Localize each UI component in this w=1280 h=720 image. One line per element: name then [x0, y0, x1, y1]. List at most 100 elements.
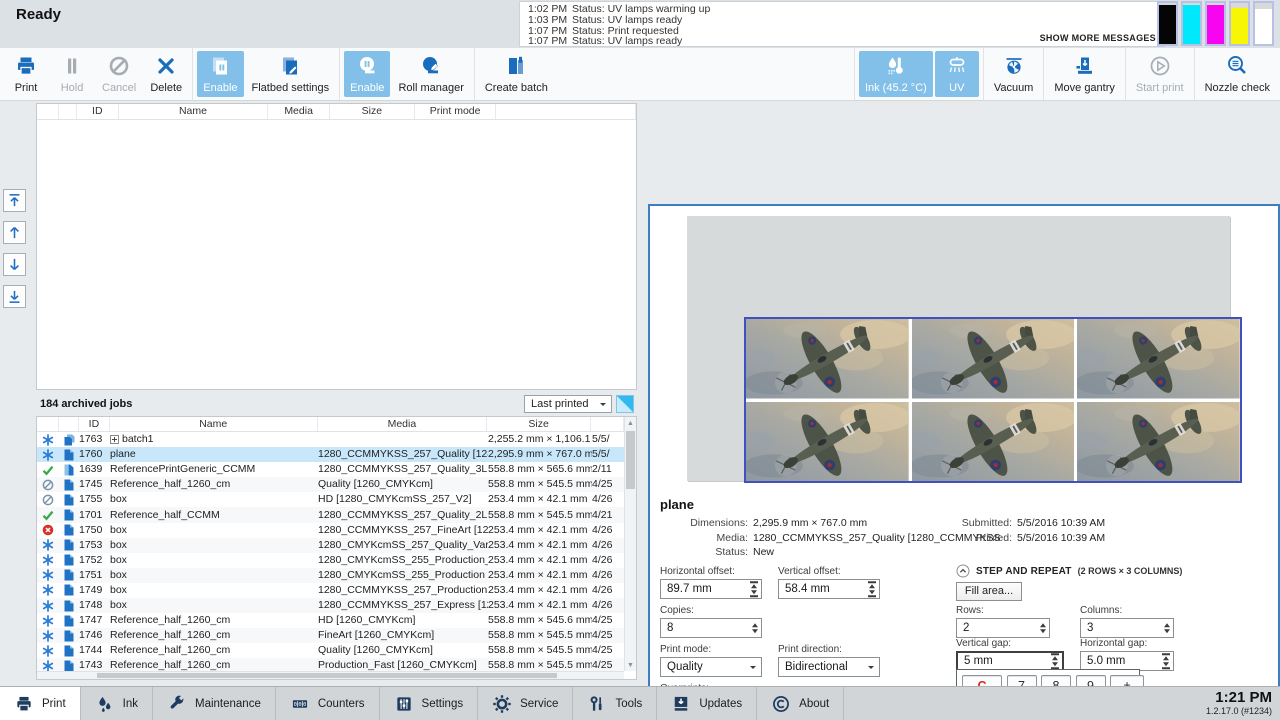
archive-row[interactable]: 1755boxHD [1280_CMYKcmSS_257_V2]253.4 mm…	[37, 492, 624, 507]
preview-copy-4[interactable]	[746, 402, 909, 482]
horizontal-offset-input[interactable]: 89.7 mm	[660, 579, 762, 599]
stepper-limit-icon[interactable]	[1051, 653, 1059, 669]
job-size: 558.8 mm × 545.5 mm	[488, 628, 592, 643]
uv-button[interactable]: UV	[935, 51, 979, 97]
vertical-gap-input[interactable]: 5 mm	[956, 651, 1064, 671]
archive-column-id[interactable]: ID	[79, 417, 110, 431]
queue-column-media[interactable]: Media	[268, 104, 330, 119]
archive-column-icon[interactable]	[37, 417, 59, 431]
delete-button[interactable]: Delete	[144, 51, 188, 97]
step-repeat-header[interactable]: STEP AND REPEAT (2 ROWS × 3 COLUMNS)	[956, 564, 1182, 578]
cancel-button[interactable]: Cancel	[96, 51, 142, 97]
archive-row[interactable]: 1639ReferencePrintGeneric_CCMM1280_CCMMY…	[37, 462, 624, 477]
archive-column-icon[interactable]	[591, 417, 624, 431]
move-to-top-button[interactable]	[3, 189, 26, 212]
queue-column-name[interactable]: Name	[119, 104, 269, 119]
queue-column-icon[interactable]	[496, 104, 636, 119]
rows-input[interactable]: 2	[956, 618, 1050, 638]
preview-copy-3[interactable]	[1077, 319, 1240, 399]
stepper-icon[interactable]	[752, 623, 758, 633]
start-print-button[interactable]: Start print	[1130, 51, 1190, 97]
sort-direction-button[interactable]	[616, 395, 634, 413]
vertical-scrollbar[interactable]: ▲ ▼	[624, 417, 636, 671]
archive-row[interactable]: 1701Reference_half_CCMM1280_CCMMYKSS_257…	[37, 507, 624, 522]
roll-manager-button[interactable]: Roll manager	[392, 51, 469, 97]
archive-column-size[interactable]: Size	[487, 417, 591, 431]
tab-maintenance[interactable]: Maintenance	[153, 687, 276, 720]
copies-input[interactable]: 8	[660, 618, 762, 638]
tab-about[interactable]: About	[757, 687, 844, 720]
tab-updates[interactable]: Updates	[657, 687, 757, 720]
archive-row[interactable]: 1748box1280_CCMMYKSS_257_Express [1280_C…	[37, 598, 624, 613]
archive-column-icon[interactable]	[59, 417, 79, 431]
tab-counters[interactable]: 000Counters	[276, 687, 380, 720]
chevron-down-icon[interactable]	[745, 659, 760, 675]
print-mode-select[interactable]: Quality	[660, 657, 762, 677]
create-batch-button[interactable]: Create batch	[479, 51, 554, 97]
sort-dropdown[interactable]: Last printed	[524, 395, 612, 413]
tab-print[interactable]: Print	[0, 687, 81, 720]
tab-tools[interactable]: Tools	[573, 687, 657, 720]
archive-row[interactable]: 1744Reference_half_1260_cmQuality [1260_…	[37, 643, 624, 658]
archive-column-media[interactable]: Media	[318, 417, 488, 431]
archive-row[interactable]: 1753box1280_CMYKcmSS_257_Quality_Varnish…	[37, 538, 624, 553]
stepper-limit-icon[interactable]	[750, 581, 758, 597]
archive-column-name[interactable]: Name	[110, 417, 318, 431]
step-repeat-preview[interactable]	[744, 317, 1242, 483]
stepper-limit-icon[interactable]	[1162, 653, 1170, 669]
flatbed-settings-button[interactable]: Flatbed settings	[246, 51, 336, 97]
horizontal-scrollbar[interactable]	[37, 671, 624, 679]
show-more-messages-link[interactable]: SHOW MORE MESSAGES	[1040, 33, 1156, 43]
scroll-down-icon[interactable]: ▼	[625, 659, 636, 671]
tab-service[interactable]: Service	[478, 687, 573, 720]
tab-settings[interactable]: Settings	[380, 687, 479, 720]
columns-input[interactable]: 3	[1080, 618, 1174, 638]
archive-row[interactable]: 1751box1280_CMYKcmSS_255_Production [128…	[37, 568, 624, 583]
archive-row[interactable]: 1749box1280_CCMMYKSS_257_ProductionSmoot…	[37, 583, 624, 598]
archive-row[interactable]: 1760plane1280_CCMMYKSS_257_Quality [1280…	[37, 447, 624, 462]
horizontal-gap-input[interactable]: 5.0 mm	[1080, 651, 1174, 671]
move-up-button[interactable]	[3, 221, 26, 244]
vacuum-button[interactable]: Vacuum	[988, 51, 1040, 97]
move-gantry-button[interactable]: Move gantry	[1048, 51, 1121, 97]
hold-button[interactable]: Hold	[50, 51, 94, 97]
queue-column-icon[interactable]	[59, 104, 77, 119]
queue-column-icon[interactable]	[37, 104, 59, 119]
scrollbar-thumb[interactable]	[626, 431, 635, 489]
expander-icon[interactable]	[110, 435, 119, 444]
move-down-button[interactable]	[3, 253, 26, 276]
preview-copy-1[interactable]	[746, 319, 909, 399]
preview-copy-6[interactable]	[1077, 402, 1240, 482]
stepper-icon[interactable]	[1164, 623, 1170, 633]
tab-ink[interactable]: Ink	[81, 687, 153, 720]
fill-area-button[interactable]: Fill area...	[956, 582, 1022, 601]
queue-column-id[interactable]: ID	[77, 104, 119, 119]
archive-row[interactable]: 1745Reference_half_1260_cmQuality [1260_…	[37, 477, 624, 492]
preview-copy-5[interactable]	[912, 402, 1075, 482]
nozzle-check-button[interactable]: Nozzle check	[1199, 51, 1276, 97]
job-queue-table[interactable]: IDNameMediaSizePrint mode	[36, 103, 637, 390]
queue-column-size[interactable]: Size	[330, 104, 415, 119]
ink-45-2-c-button[interactable]: Ink (45.2 °C)	[859, 51, 933, 97]
archive-row[interactable]: 1746Reference_half_1260_cmFineArt [1260_…	[37, 628, 624, 643]
print-button[interactable]: Print	[4, 51, 48, 97]
job-status-check-icon	[37, 464, 59, 476]
move-to-bottom-button[interactable]	[3, 285, 26, 308]
enable-button[interactable]: Enable	[344, 51, 390, 97]
print-direction-select[interactable]: Bidirectional	[778, 657, 880, 677]
vertical-offset-input[interactable]: 58.4 mm	[778, 579, 880, 599]
stepper-icon[interactable]	[1040, 623, 1046, 633]
chevron-down-icon[interactable]	[863, 659, 878, 675]
queue-column-print-mode[interactable]: Print mode	[415, 104, 497, 119]
scrollbar-thumb[interactable]	[97, 673, 557, 678]
archive-row[interactable]: 1752box1280_CMYKcmSS_255_Production_Fast…	[37, 553, 624, 568]
stepper-limit-icon[interactable]	[868, 581, 876, 597]
enable-button[interactable]: Enable	[197, 51, 243, 97]
scroll-up-icon[interactable]: ▲	[625, 417, 636, 429]
archive-row[interactable]: 1747Reference_half_1260_cmHD [1260_CMYKc…	[37, 613, 624, 628]
archive-row[interactable]: 1763batch12,255.2 mm × 1,106.1 mm5/5/	[37, 432, 624, 447]
archive-row[interactable]: 1743Reference_half_1260_cmProduction_Fas…	[37, 658, 624, 671]
archive-row[interactable]: 1750box1280_CCMMYKSS_257_FineArt [1280_C…	[37, 523, 624, 538]
preview-copy-2[interactable]	[912, 319, 1075, 399]
collapse-icon[interactable]	[956, 564, 970, 578]
